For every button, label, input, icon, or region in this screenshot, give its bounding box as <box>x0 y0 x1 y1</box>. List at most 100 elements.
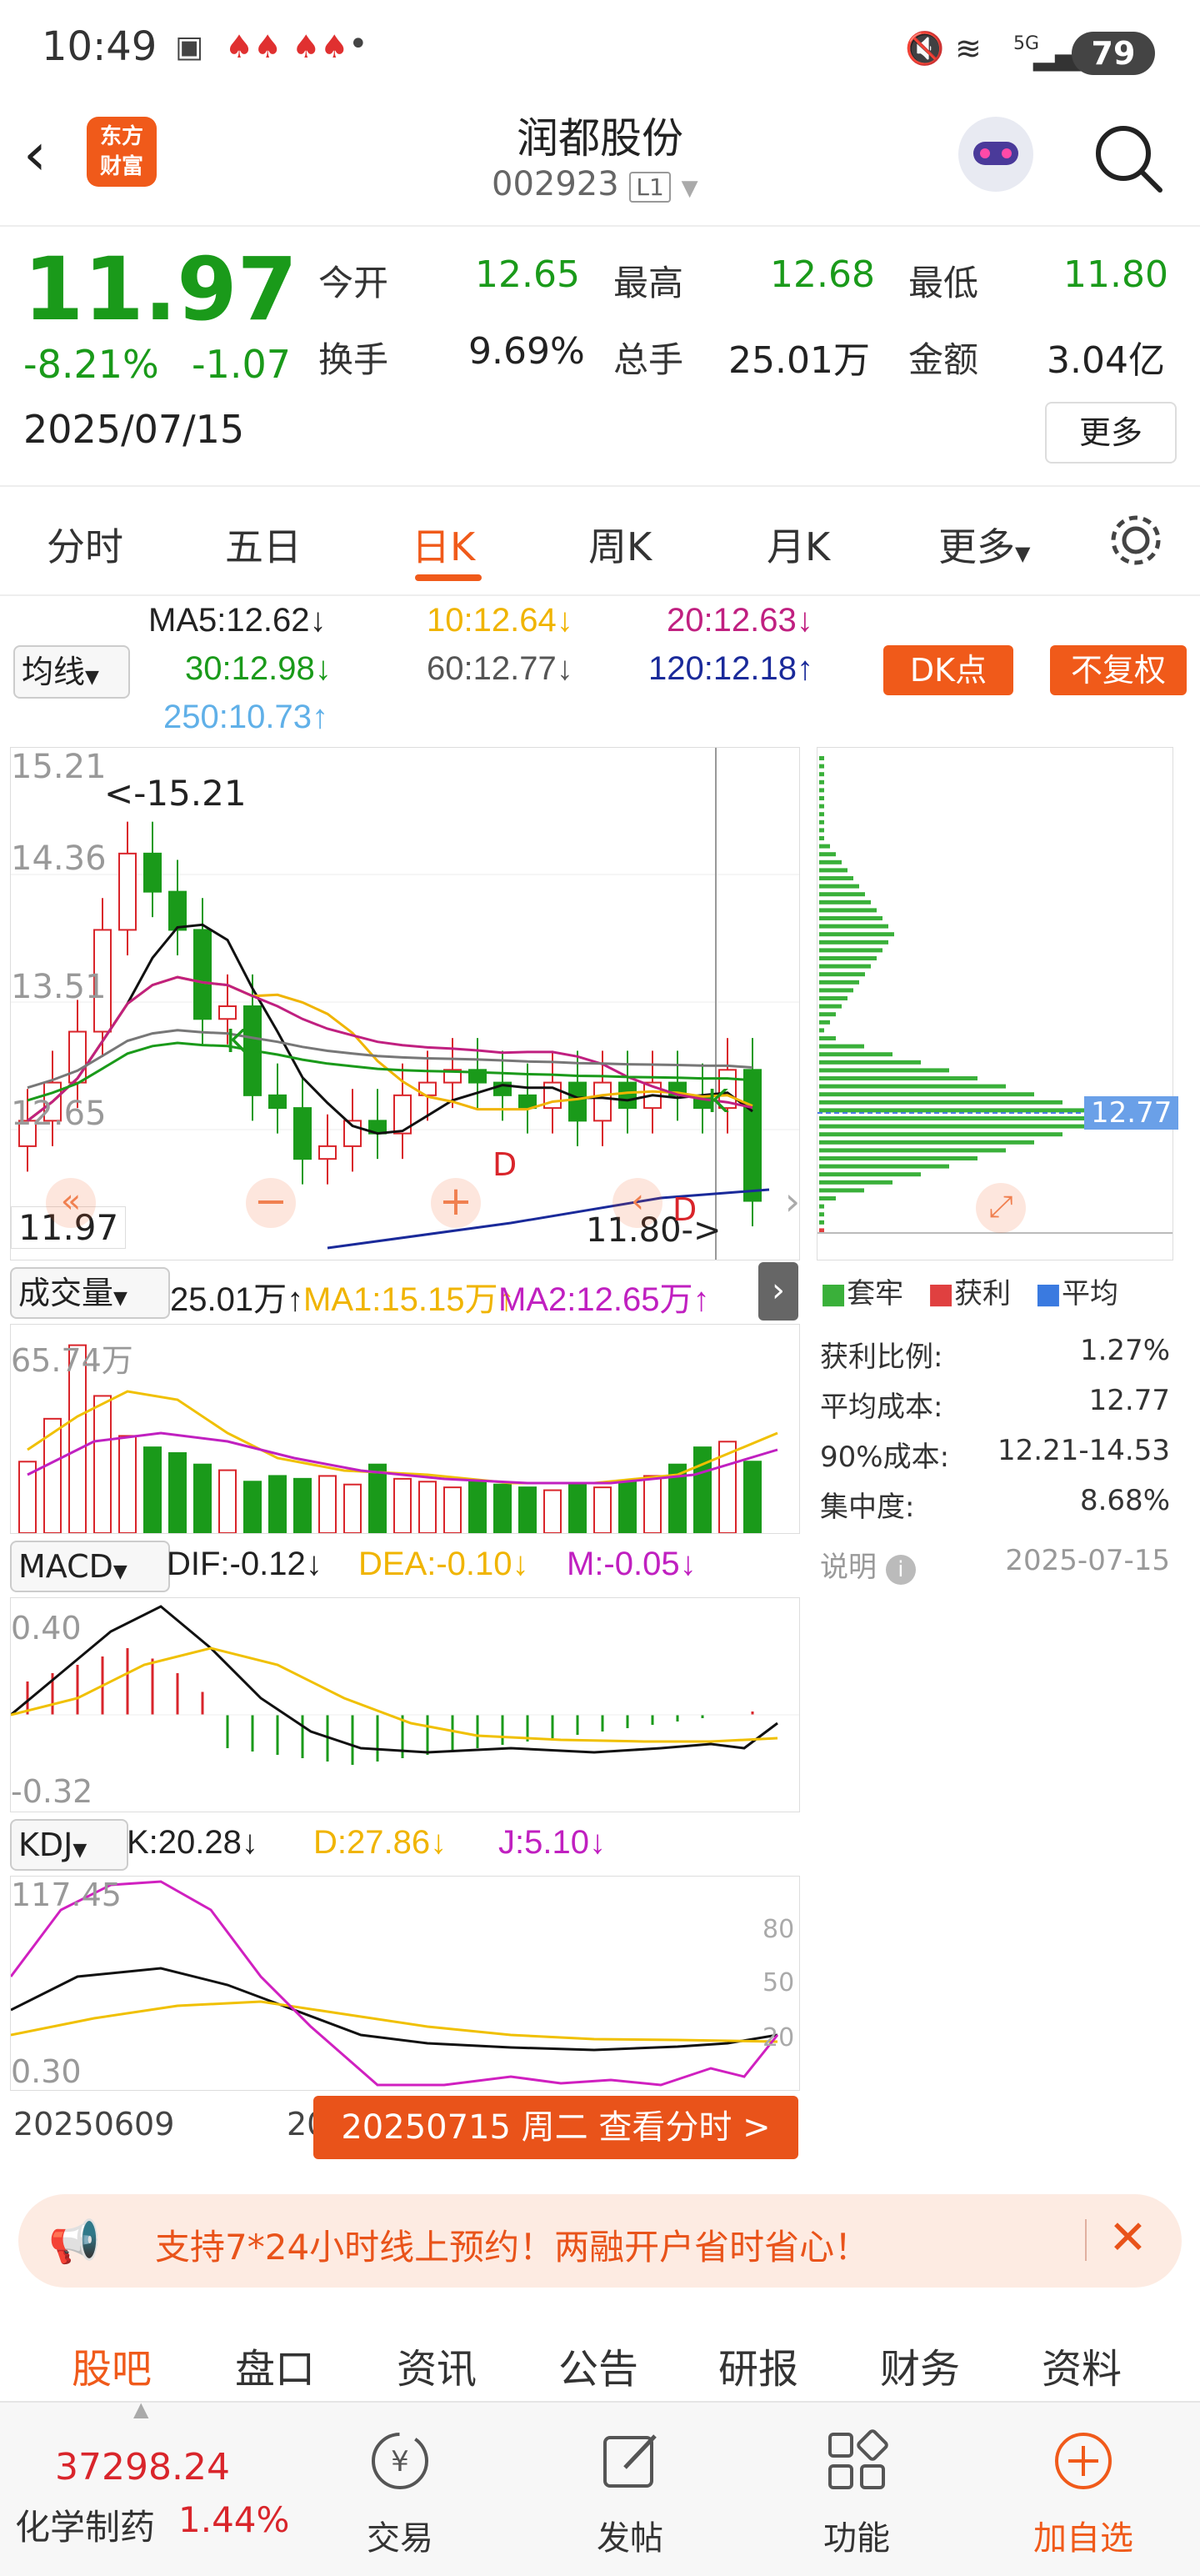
kdj-level-50: 50 <box>762 1968 795 1997</box>
expand-icon[interactable]: ⤢ <box>976 1183 1026 1233</box>
chip-bar <box>819 819 824 824</box>
tab-more[interactable]: 更多▼ <box>938 517 1030 572</box>
chip-bar <box>819 836 824 840</box>
chip-bar <box>819 1148 1006 1153</box>
chip-note[interactable]: 说明 i 2025-07-15 <box>820 1544 1170 1585</box>
step-right-icon[interactable]: › <box>776 1178 809 1228</box>
tab-order-book[interactable]: 盘口 <box>235 2336 315 2394</box>
volume-bar <box>493 1483 512 1534</box>
chip-bar <box>819 988 853 993</box>
tab-profile[interactable]: 资料 <box>1042 2336 1122 2394</box>
chevron-down-icon: ▼ <box>72 1840 88 1861</box>
chip-bar <box>819 1196 836 1200</box>
step-left-icon[interactable]: ‹ <box>612 1178 662 1228</box>
tab-intraday[interactable]: 分时 <box>47 517 123 572</box>
signal-d-marker: D <box>492 1146 518 1183</box>
volume-bar <box>593 1486 612 1534</box>
price-adjust-button[interactable]: 不复权 <box>1050 645 1187 695</box>
tab-weekly-k[interactable]: 周K <box>588 517 652 572</box>
y-label-3: 13.51 <box>11 968 107 1006</box>
nav-trade[interactable]: ¥ 交易 <box>317 2403 483 2576</box>
chip-bar <box>819 1188 864 1193</box>
zoom-out-icon[interactable]: − <box>246 1178 296 1228</box>
nav-functions[interactable]: 功能 <box>773 2403 940 2576</box>
kdj-selector[interactable]: KDJ▼ <box>10 1819 128 1871</box>
chip-bar <box>819 828 824 833</box>
robot-avatar-icon[interactable] <box>958 117 1033 192</box>
macd-chart[interactable]: 0.40 -0.32 <box>10 1597 800 1812</box>
volume-bar <box>618 1481 637 1535</box>
chip-bar <box>819 900 871 905</box>
tab-forum[interactable]: 股吧 <box>72 2336 152 2394</box>
dk-point-button[interactable]: DK点 <box>883 645 1013 695</box>
chip-bar <box>819 1060 921 1065</box>
tab-announcements[interactable]: 公告 <box>558 2336 638 2394</box>
view-intraday-button[interactable]: 20250715 周二 查看分时 > <box>313 2096 798 2159</box>
nav-add-watchlist[interactable]: 加自选 <box>1000 2403 1167 2576</box>
chip-bar <box>819 996 848 1000</box>
ma5-label: MA5:12.62↓ <box>148 602 327 639</box>
volume-bar <box>643 1475 662 1534</box>
tab-financials[interactable]: 财务 <box>880 2336 960 2394</box>
chip-distribution-chart[interactable]: 12.77 ⤢ <box>817 747 1179 1260</box>
chip-stat-concentration: 集中度: 8.68% <box>820 1484 1170 1524</box>
amount-label: 金额 <box>908 339 979 380</box>
candle-body <box>318 1145 337 1160</box>
chip-bar <box>819 1028 824 1033</box>
chip-bar <box>819 1164 949 1169</box>
chip-bar <box>819 1100 1062 1105</box>
back-icon[interactable]: ‹ <box>23 120 47 188</box>
kline-chart[interactable]: 15.21 14.36 13.51 12.65 <-15.21 11.80-> … <box>10 747 800 1260</box>
close-icon[interactable]: ✕ <box>1108 2211 1148 2265</box>
sector-index[interactable]: ▲ 37298.24 化学制药 1.44% <box>0 2398 317 2576</box>
volume-chart[interactable]: 65.74万 <box>10 1324 800 1535</box>
macd-selector[interactable]: MACD▼ <box>10 1541 170 1592</box>
tab-research[interactable]: 研报 <box>718 2336 798 2394</box>
mute-icon: 🔇 <box>905 30 945 67</box>
kdj-j-label: J:5.10↓ <box>498 1824 606 1861</box>
current-price: 11.97 <box>23 238 298 340</box>
brand-logo[interactable]: 东方 财富 <box>87 117 157 187</box>
info-tabs: 股吧 盘口 资讯 公告 研报 财务 资料 <box>0 2309 1200 2401</box>
volume-bar <box>343 1483 362 1534</box>
change-pct: -8.21% <box>23 342 159 387</box>
tab-news[interactable]: 资讯 <box>397 2336 477 2394</box>
settings-gear-icon[interactable] <box>1107 511 1165 569</box>
volume-bar <box>568 1483 587 1534</box>
candle-body <box>143 852 162 893</box>
chip-bar <box>819 876 853 880</box>
chevron-down-icon: ▼ <box>113 1288 128 1309</box>
candle-body <box>218 1005 237 1020</box>
chevron-down-icon: ▼ <box>1015 542 1031 565</box>
chip-bar <box>819 884 859 889</box>
search-icon[interactable] <box>1090 120 1165 195</box>
nav-post[interactable]: 发帖 <box>547 2403 713 2576</box>
sector-index-value: 37298.24 <box>55 2446 230 2488</box>
panel-toggle-icon[interactable]: › <box>758 1262 798 1321</box>
ma-selector[interactable]: 均线▼ <box>13 645 130 699</box>
chip-bar <box>819 948 882 953</box>
volume-bar <box>93 1395 112 1534</box>
stock-code[interactable]: 002923 L1 ▼ <box>492 165 698 203</box>
volume-bar <box>693 1446 712 1534</box>
tab-daily-k[interactable]: 日K <box>412 517 475 572</box>
more-quote-button[interactable]: 更多 <box>1045 402 1177 464</box>
chip-bar <box>819 1140 1034 1145</box>
date-start-label: 20250609 <box>13 2106 175 2142</box>
scroll-left-icon[interactable]: « <box>46 1178 96 1228</box>
tab-monthly-k[interactable]: 月K <box>767 517 830 572</box>
status-time: 10:49 <box>42 23 158 70</box>
promo-banner[interactable]: 📢 支持7*24小时线上预约！两融开户省时省心！ ✕ <box>18 2194 1182 2288</box>
tab-five-day[interactable]: 五日 <box>225 517 302 572</box>
volume-ma1-label: MA1:15.15万↑ <box>303 1281 515 1318</box>
volume-value: 25.01万 <box>728 339 870 382</box>
chip-bar <box>819 868 848 873</box>
volume-bar <box>518 1486 537 1534</box>
kdj-bottom-label: 0.30 <box>11 2053 82 2090</box>
chip-bar <box>819 1052 892 1057</box>
dot-icon: • <box>348 25 368 63</box>
kdj-chart[interactable]: 117.45 0.30 80 50 20 <box>9 1876 800 2091</box>
zoom-in-icon[interactable]: + <box>431 1178 481 1228</box>
volume-selector[interactable]: 成交量▼ <box>10 1267 170 1319</box>
chip-bar <box>819 796 824 800</box>
